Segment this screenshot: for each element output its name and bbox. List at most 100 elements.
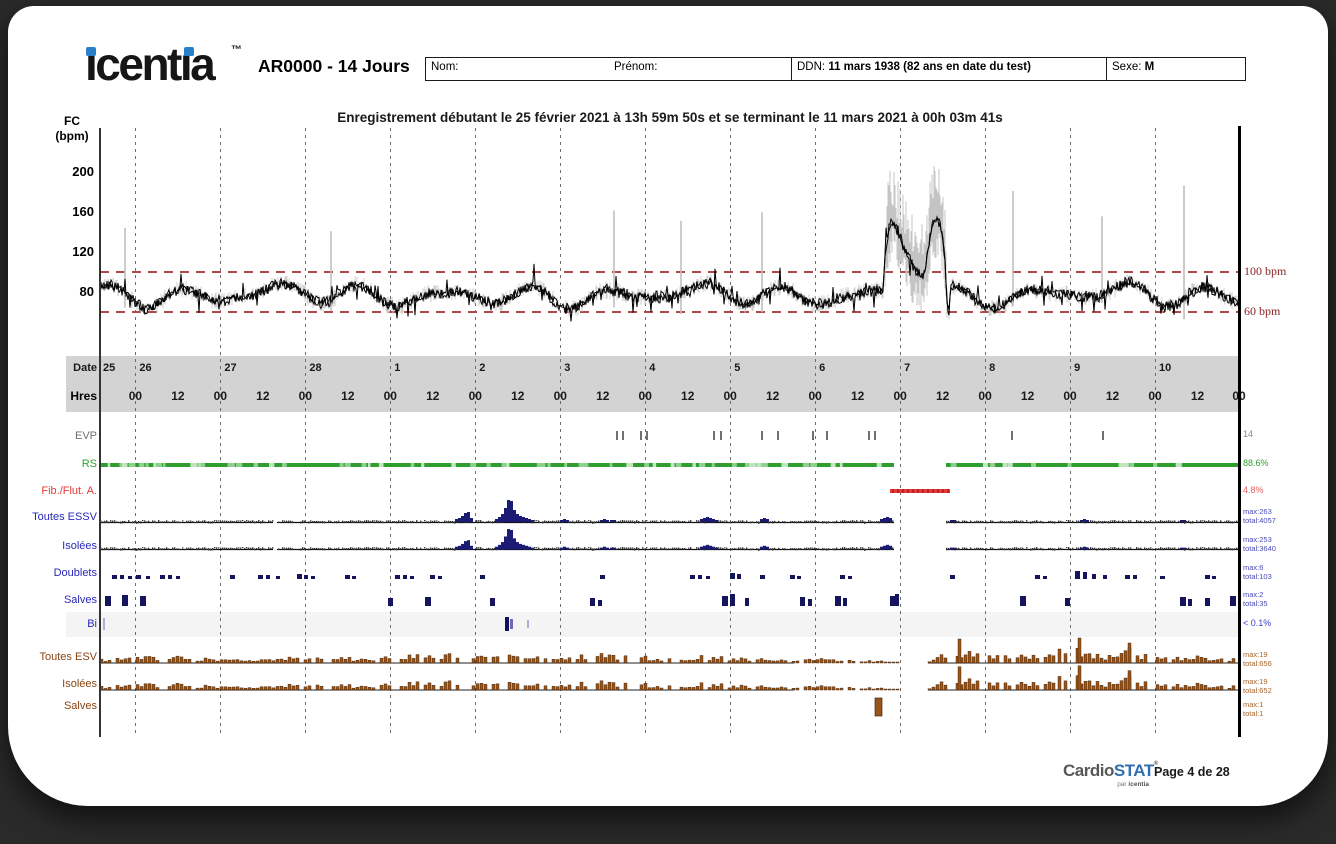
ddn-label: DDN: [797,61,826,73]
cardiostat-logo-stat: STAT [1113,761,1154,780]
stat-line: max:6 [1243,563,1264,572]
hour-label: 00 [978,389,992,403]
heart-rate-trend-chart [99,165,1240,322]
ddn-value: 11 mars 1938 (82 ans en date du test) [828,61,1031,73]
row-label-esv_slv: Salves [63,700,97,712]
lower-bpm-limit-label: 60 bpm [1244,304,1281,318]
hour-label: 12 [171,389,185,403]
report-title: AR0000 - 14 Jours [258,56,410,76]
date-label-10: 10 [1159,362,1172,374]
y-tick-120: 120 [72,244,94,259]
row-label-rs: RS [81,458,97,470]
date-label-5: 5 [734,362,741,374]
cardiostat-logo-cardio: Cardio [1063,761,1114,780]
row-stat-essv_all: max:263 total:4057 [1243,507,1331,525]
patient-sex-field: Sexe: M [1106,57,1246,81]
icentia-logo: ıcentıa [85,38,216,90]
byline-icentia: icentia [1128,781,1149,788]
date-label-2: 2 [479,362,486,374]
stat-line: 4.8% [1243,485,1264,495]
sexe-value: M [1144,61,1155,73]
left-axis-line [99,128,101,737]
hour-label: 12 [766,389,780,403]
stat-line: 14 [1243,429,1254,439]
row-label-bi: Bi [87,618,97,630]
row-label-essv_all: Toutes ESSV [32,511,97,523]
hour-label: 12 [596,389,610,403]
stat-line: 88.6% [1243,458,1269,468]
row-stat-evp: 14 [1243,430,1331,439]
date-label-6: 6 [819,362,826,374]
viewer-background: ıcentıa ™ AR0000 - 14 Jours Nom: Prénom:… [0,0,1336,844]
hour-label: 00 [553,389,567,403]
date-label-7: 7 [904,362,911,374]
prenom-label: Prénom: [614,61,658,73]
y-axis-label: FC (bpm) [48,114,96,144]
recording-period-title: Enregistrement débutant le 25 février 20… [337,110,1003,125]
patient-name-field: Nom: Prénom: [425,57,792,81]
hour-label: 12 [1190,389,1205,403]
row-stat-essv_slv: max:2 total:35 [1243,590,1331,608]
sexe-label: Sexe: [1112,61,1142,73]
stat-line: < 0.1% [1243,618,1272,628]
row-label-evp: EVP [74,430,97,442]
icentia-logo-dot-icon [86,47,96,56]
stat-line: total:4057 [1243,516,1276,525]
stat-line: max:263 [1243,507,1272,516]
y-tick-80: 80 [79,284,94,299]
byline-par: par [1117,781,1129,788]
row-stat-esv_iso: max:19 total:652 [1243,677,1331,695]
trademark-symbol: ™ [231,44,242,56]
hour-label: 00 [1148,389,1162,403]
hour-label: 12 [426,389,440,403]
hour-label: 00 [383,389,397,403]
stat-line: max:19 [1243,650,1268,659]
row-stat-essv_iso: max:253 total:3640 [1243,535,1331,553]
hres-row-label: Hres [70,389,97,403]
hour-label: 12 [1105,389,1120,403]
date-label-1: 1 [394,362,401,374]
right-axis-line [1238,126,1241,737]
date-label-27: 27 [224,362,237,374]
hour-label: 00 [298,389,313,403]
row-label-fib: Fib./Flut. A. [41,485,97,497]
stat-line: total:656 [1243,659,1272,668]
y-tick-200: 200 [72,164,94,179]
y-axis-label-bpm: (bpm) [55,129,89,143]
date-label-3: 3 [564,362,571,374]
hour-label: 00 [893,389,907,403]
row-label-essv_slv: Salves [63,594,97,606]
hour-label: 00 [808,389,822,403]
icentia-logo-dot-icon [184,47,194,56]
hour-label: 00 [638,389,652,403]
hour-label: 12 [341,389,355,403]
nom-label: Nom: [431,61,459,73]
y-axis-label-fc: FC [64,114,80,128]
hour-label: 00 [723,389,737,403]
row-label-esv_iso: Isolées [62,678,97,690]
stat-line: total:1 [1243,709,1264,718]
hour-label: 00 [128,389,143,403]
row-label-essv_dbl: Doublets [53,567,97,579]
hour-label: 12 [681,389,695,403]
row-stat-rs: 88.6% [1243,459,1331,468]
stat-line: max:2 [1243,590,1264,599]
hour-label: 00 [1063,389,1077,403]
event-rows-chart [99,431,1240,717]
stat-line: total:652 [1243,686,1272,695]
y-tick-160: 160 [72,204,94,219]
hour-label: 12 [256,389,270,403]
row-stat-bi: < 0.1% [1243,619,1331,628]
stat-line: total:3640 [1243,544,1276,553]
hour-label: 12 [850,389,865,403]
row-stat-esv_slv: max:1 total:1 [1243,700,1331,718]
row-stat-fib: 4.8% [1243,486,1331,495]
cardiostat-logo: CardioSTAT® [1063,761,1158,781]
date-row-label: Date [73,362,97,374]
page-number: Page 4 de 28 [1154,765,1230,779]
upper-bpm-limit-label: 100 bpm [1244,264,1287,278]
row-stat-esv_all: max:19 total:656 [1243,650,1331,668]
row-stat-essv_dbl: max:6 total:103 [1243,563,1331,581]
date-label-26: 26 [139,362,152,374]
cardiostat-byline: par icentia [1063,781,1149,788]
